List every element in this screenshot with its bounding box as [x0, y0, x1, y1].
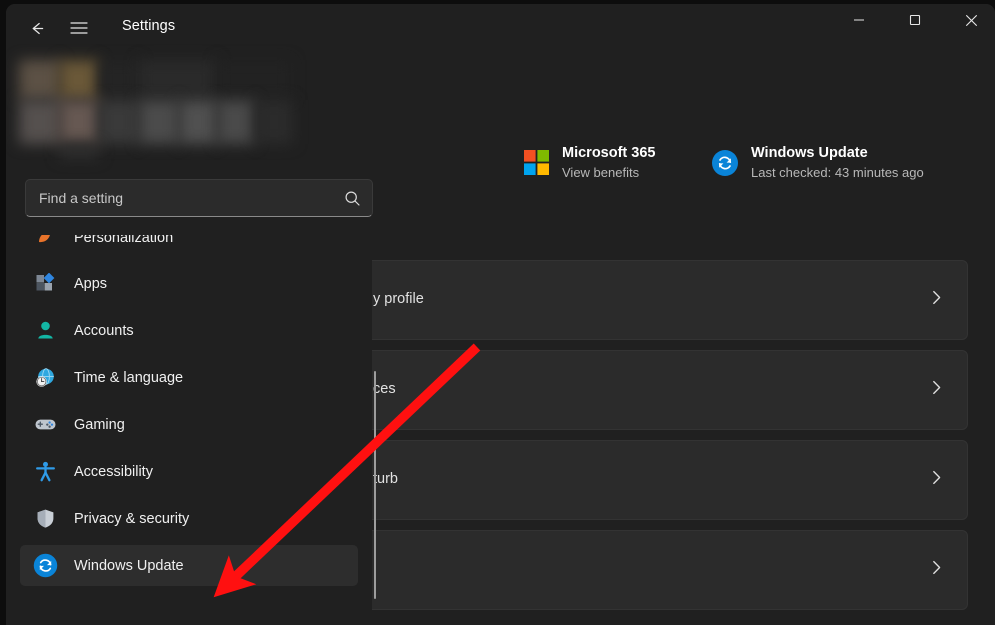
close-button[interactable] [948, 4, 994, 36]
minimize-button[interactable] [836, 4, 882, 36]
sidebar-item-apps[interactable]: Apps [20, 263, 358, 304]
sidebar-item-privacy-security[interactable]: Privacy & security [20, 498, 358, 539]
sidebar-item-label: Gaming [74, 417, 125, 433]
windows-update-icon [712, 150, 738, 176]
chevron-right-icon [928, 559, 945, 576]
microsoft-365-promo[interactable]: Microsoft 365 View benefits [524, 145, 655, 180]
personalization-icon [32, 235, 58, 248]
title-bar: Settings [6, 4, 995, 52]
maximize-icon [909, 14, 921, 26]
sidebar-item-accounts[interactable]: Accounts [20, 310, 358, 351]
sidebar: Find a setting Personalization [6, 52, 372, 625]
back-arrow-icon [29, 20, 46, 37]
sidebar-item-gaming[interactable]: Gaming [20, 404, 358, 445]
maximize-button[interactable] [892, 4, 938, 36]
settings-card[interactable] [372, 530, 968, 610]
sidebar-nav-list: Personalization Apps [6, 235, 372, 625]
sidebar-item-label: Privacy & security [74, 511, 189, 527]
accessibility-icon [32, 461, 58, 482]
hamburger-menu-icon [70, 21, 88, 35]
chevron-right-icon [928, 289, 945, 306]
settings-card[interactable]: turb [372, 440, 968, 520]
search-input[interactable]: Find a setting [25, 179, 373, 217]
sidebar-item-windows-update[interactable]: Windows Update [20, 545, 358, 586]
sidebar-item-label: Windows Update [74, 558, 184, 574]
windows-update-icon [32, 553, 58, 578]
search-icon[interactable] [344, 190, 361, 207]
window-chrome: Settings [6, 4, 995, 625]
sidebar-item-label: Apps [74, 276, 107, 292]
chevron-right-icon [928, 469, 945, 486]
sidebar-item-label: Time & language [74, 370, 183, 386]
settings-card-label: y profile [373, 291, 424, 307]
sidebar-item-personalization[interactable]: Personalization [20, 235, 358, 258]
gaming-icon [32, 413, 58, 436]
window-title: Settings [122, 18, 175, 34]
windows-update-subtitle: Last checked: 43 minutes ago [751, 165, 924, 180]
privacy-security-icon [32, 508, 58, 529]
sidebar-item-accessibility[interactable]: Accessibility [20, 451, 358, 492]
search-placeholder: Find a setting [39, 190, 123, 206]
windows-update-promo-text: Windows Update Last checked: 43 minutes … [751, 145, 924, 180]
microsoft-365-title: Microsoft 365 [562, 145, 655, 161]
microsoft-logo-icon [524, 150, 549, 175]
close-icon [965, 14, 978, 27]
content-scrollbar[interactable] [374, 371, 376, 599]
microsoft-365-promo-text: Microsoft 365 View benefits [562, 145, 655, 180]
account-profile-blurred[interactable] [15, 58, 295, 156]
navigation-menu-button[interactable] [62, 11, 96, 45]
minimize-icon [853, 14, 865, 26]
chevron-right-icon [928, 379, 945, 396]
settings-card[interactable]: ces [372, 350, 968, 430]
main-content-pane: Microsoft 365 View benefits Windows Upda… [372, 52, 995, 625]
back-button[interactable] [20, 11, 54, 45]
apps-icon [32, 273, 58, 294]
sidebar-item-label: Personalization [74, 235, 173, 246]
settings-app-window: Settings [0, 0, 995, 625]
windows-update-promo[interactable]: Windows Update Last checked: 43 minutes … [712, 145, 924, 180]
accounts-icon [32, 320, 58, 341]
time-language-icon [32, 367, 58, 389]
settings-card[interactable]: y profile [372, 260, 968, 340]
sidebar-item-label: Accounts [74, 323, 134, 339]
windows-update-title: Windows Update [751, 145, 924, 161]
settings-card-label: ces [373, 381, 396, 397]
settings-card-label: turb [373, 471, 398, 487]
sidebar-item-label: Accessibility [74, 464, 153, 480]
sidebar-item-time-language[interactable]: Time & language [20, 357, 358, 398]
microsoft-365-subtitle: View benefits [562, 165, 655, 180]
